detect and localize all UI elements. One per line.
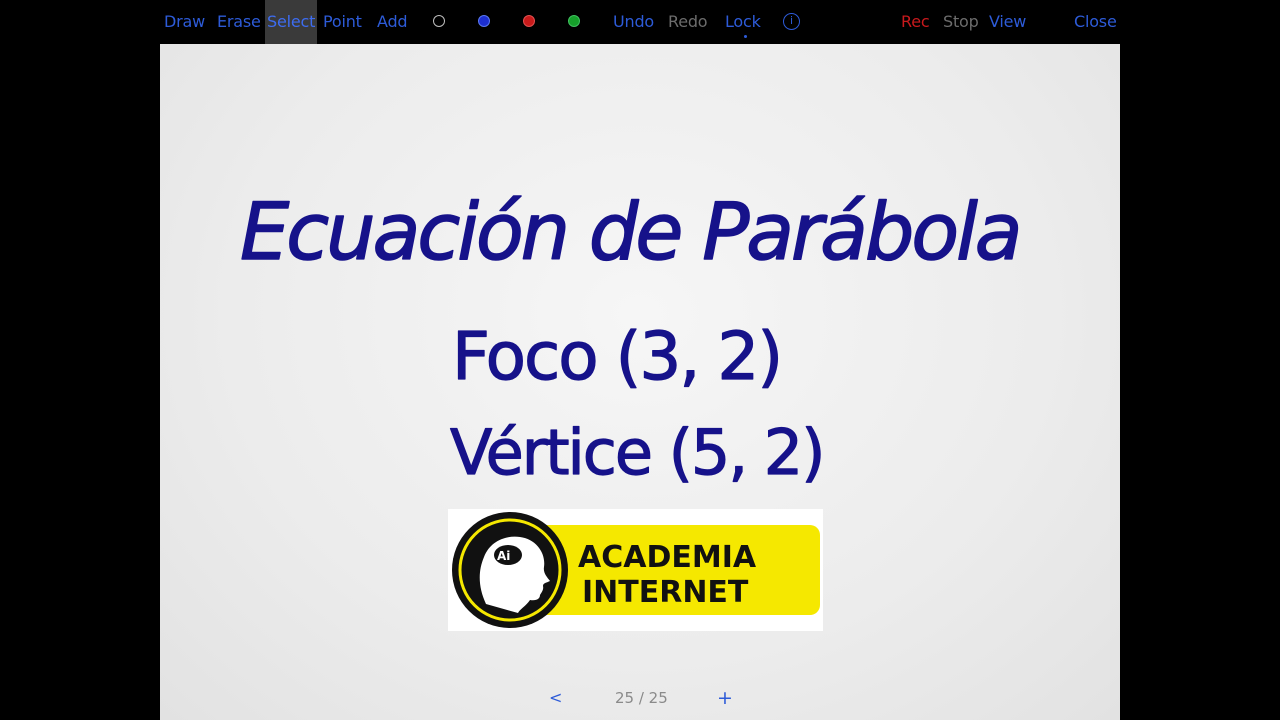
logo-line2: INTERNET [582,575,749,610]
stop-button[interactable]: Stop [943,0,979,44]
lock-button[interactable]: Lock [725,0,761,44]
logo-graphic: Ai ACADEMIA INTERNET [452,512,820,628]
point-button[interactable]: Point [323,0,362,44]
whiteboard-canvas[interactable]: Ecuación de Parábola Foco (3, 2) Vértice… [160,44,1120,720]
previous-page-button[interactable]: < [549,688,562,708]
lock-indicator-dot [744,35,747,38]
draw-button[interactable]: Draw [164,0,205,44]
record-button[interactable]: Rec [901,0,930,44]
focus-text: Foco (3, 2) [452,318,781,395]
color-white-icon[interactable] [433,15,445,27]
color-green-icon[interactable] [568,15,580,27]
lock-label: Lock [725,12,761,31]
logo-line1: ACADEMIA [578,540,757,575]
academia-internet-logo: Ai ACADEMIA INTERNET [448,509,823,631]
color-red-icon[interactable] [523,15,535,27]
redo-button[interactable]: Redo [668,0,708,44]
vertex-text: Vértice (5, 2) [450,416,823,489]
logo-badge: Ai [497,549,510,563]
page-navigator: < 25 / 25 + [160,688,1120,708]
info-icon[interactable]: i [783,13,800,30]
select-button[interactable]: Select [265,0,318,44]
add-page-button[interactable]: + [717,688,733,708]
color-blue-icon[interactable] [478,15,490,27]
add-button[interactable]: Add [377,0,408,44]
close-button[interactable]: Close [1074,0,1117,44]
undo-button[interactable]: Undo [613,0,654,44]
toolbar: Draw Erase Select Point Add Undo Redo Lo… [160,0,1120,44]
erase-button[interactable]: Erase [217,0,261,44]
view-button[interactable]: View [989,0,1026,44]
page-counter: 25 / 25 [615,689,668,707]
title-text: Ecuación de Parábola [240,188,1020,278]
